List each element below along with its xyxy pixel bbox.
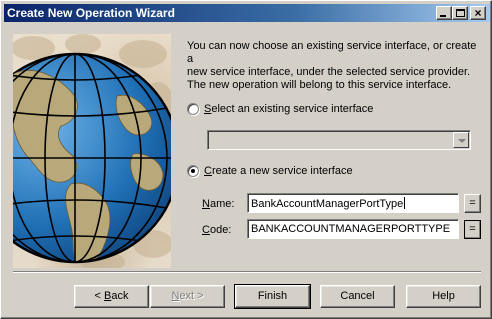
back-button[interactable]: < Back xyxy=(74,285,149,308)
close-icon: × xyxy=(474,6,482,20)
name-equals-button[interactable]: = xyxy=(464,194,481,213)
maximize-icon xyxy=(456,9,465,17)
existing-interface-radio[interactable] xyxy=(187,103,199,115)
existing-interface-combo xyxy=(207,130,471,150)
maximize-button[interactable] xyxy=(452,6,468,20)
wizard-window: Create New Operation Wizard × You can no… xyxy=(0,0,492,319)
code-label: Code: xyxy=(202,224,232,236)
title-bar[interactable]: Create New Operation Wizard × xyxy=(4,4,490,22)
help-button[interactable]: Help xyxy=(406,285,481,308)
option-create-interface[interactable]: Create a new service interface xyxy=(187,163,353,179)
chevron-down-icon xyxy=(453,132,469,148)
close-button[interactable]: × xyxy=(470,6,486,20)
create-interface-radio[interactable] xyxy=(187,165,199,177)
finish-button[interactable]: Finish xyxy=(234,284,311,309)
existing-interface-label[interactable]: Select an existing service interface xyxy=(204,103,373,115)
code-equals-button[interactable]: = xyxy=(464,220,481,239)
code-field[interactable]: BANKACCOUNTMANAGERPORTTYPE xyxy=(247,219,459,239)
option-existing-interface[interactable]: Select an existing service interface xyxy=(187,101,373,117)
button-separator xyxy=(13,271,481,273)
window-title: Create New Operation Wizard xyxy=(7,6,175,20)
create-interface-label[interactable]: Create a new service interface xyxy=(204,165,353,177)
minimize-button[interactable] xyxy=(436,6,452,20)
globe-illustration xyxy=(13,34,171,268)
cancel-button[interactable]: Cancel xyxy=(320,285,395,308)
name-field[interactable]: BankAccountManagerPortType xyxy=(247,193,459,213)
name-label: Name: xyxy=(202,198,235,210)
minimize-icon xyxy=(440,15,446,17)
text-caret xyxy=(404,197,406,209)
intro-text: You can now choose an existing service i… xyxy=(187,40,477,91)
next-button[interactable]: Next > xyxy=(150,285,225,308)
